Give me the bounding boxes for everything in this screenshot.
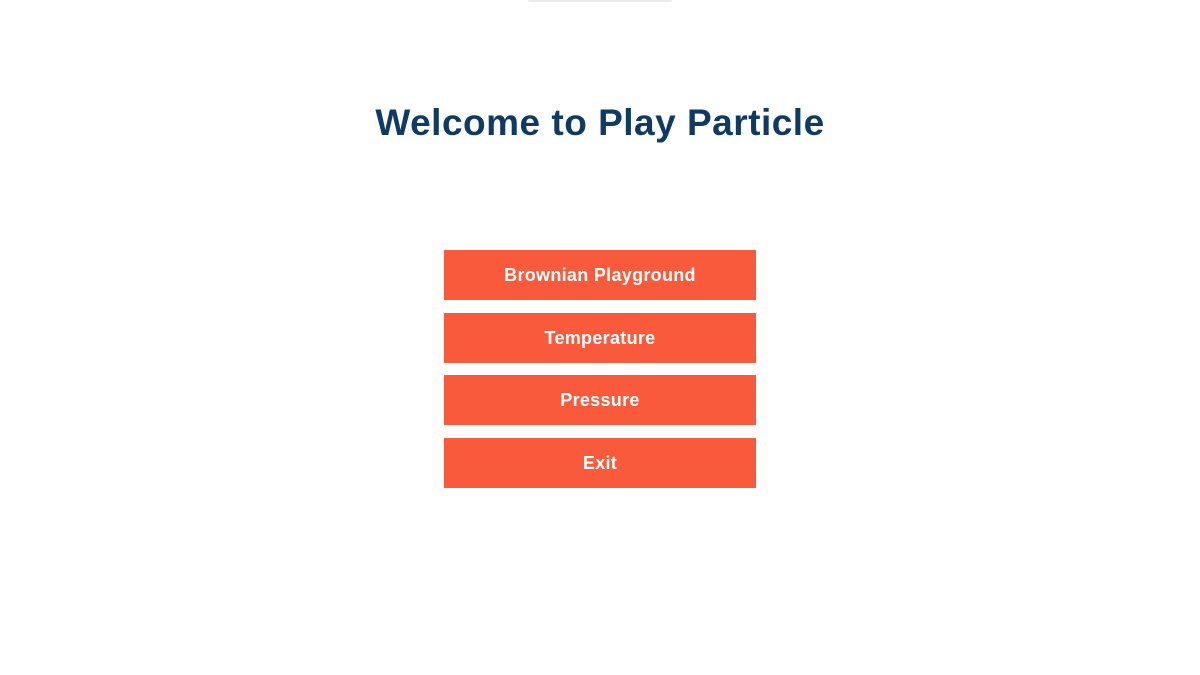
pressure-button[interactable]: Pressure [444,375,756,426]
main-menu-screen: Welcome to Play Particle Brownian Playgr… [0,0,1200,675]
page-title: Welcome to Play Particle [375,102,825,143]
top-notch [528,0,672,2]
temperature-button[interactable]: Temperature [444,312,756,363]
main-menu: Brownian Playground Temperature Pressure… [444,250,756,501]
brownian-playground-button[interactable]: Brownian Playground [444,250,756,300]
exit-button[interactable]: Exit [444,438,756,489]
